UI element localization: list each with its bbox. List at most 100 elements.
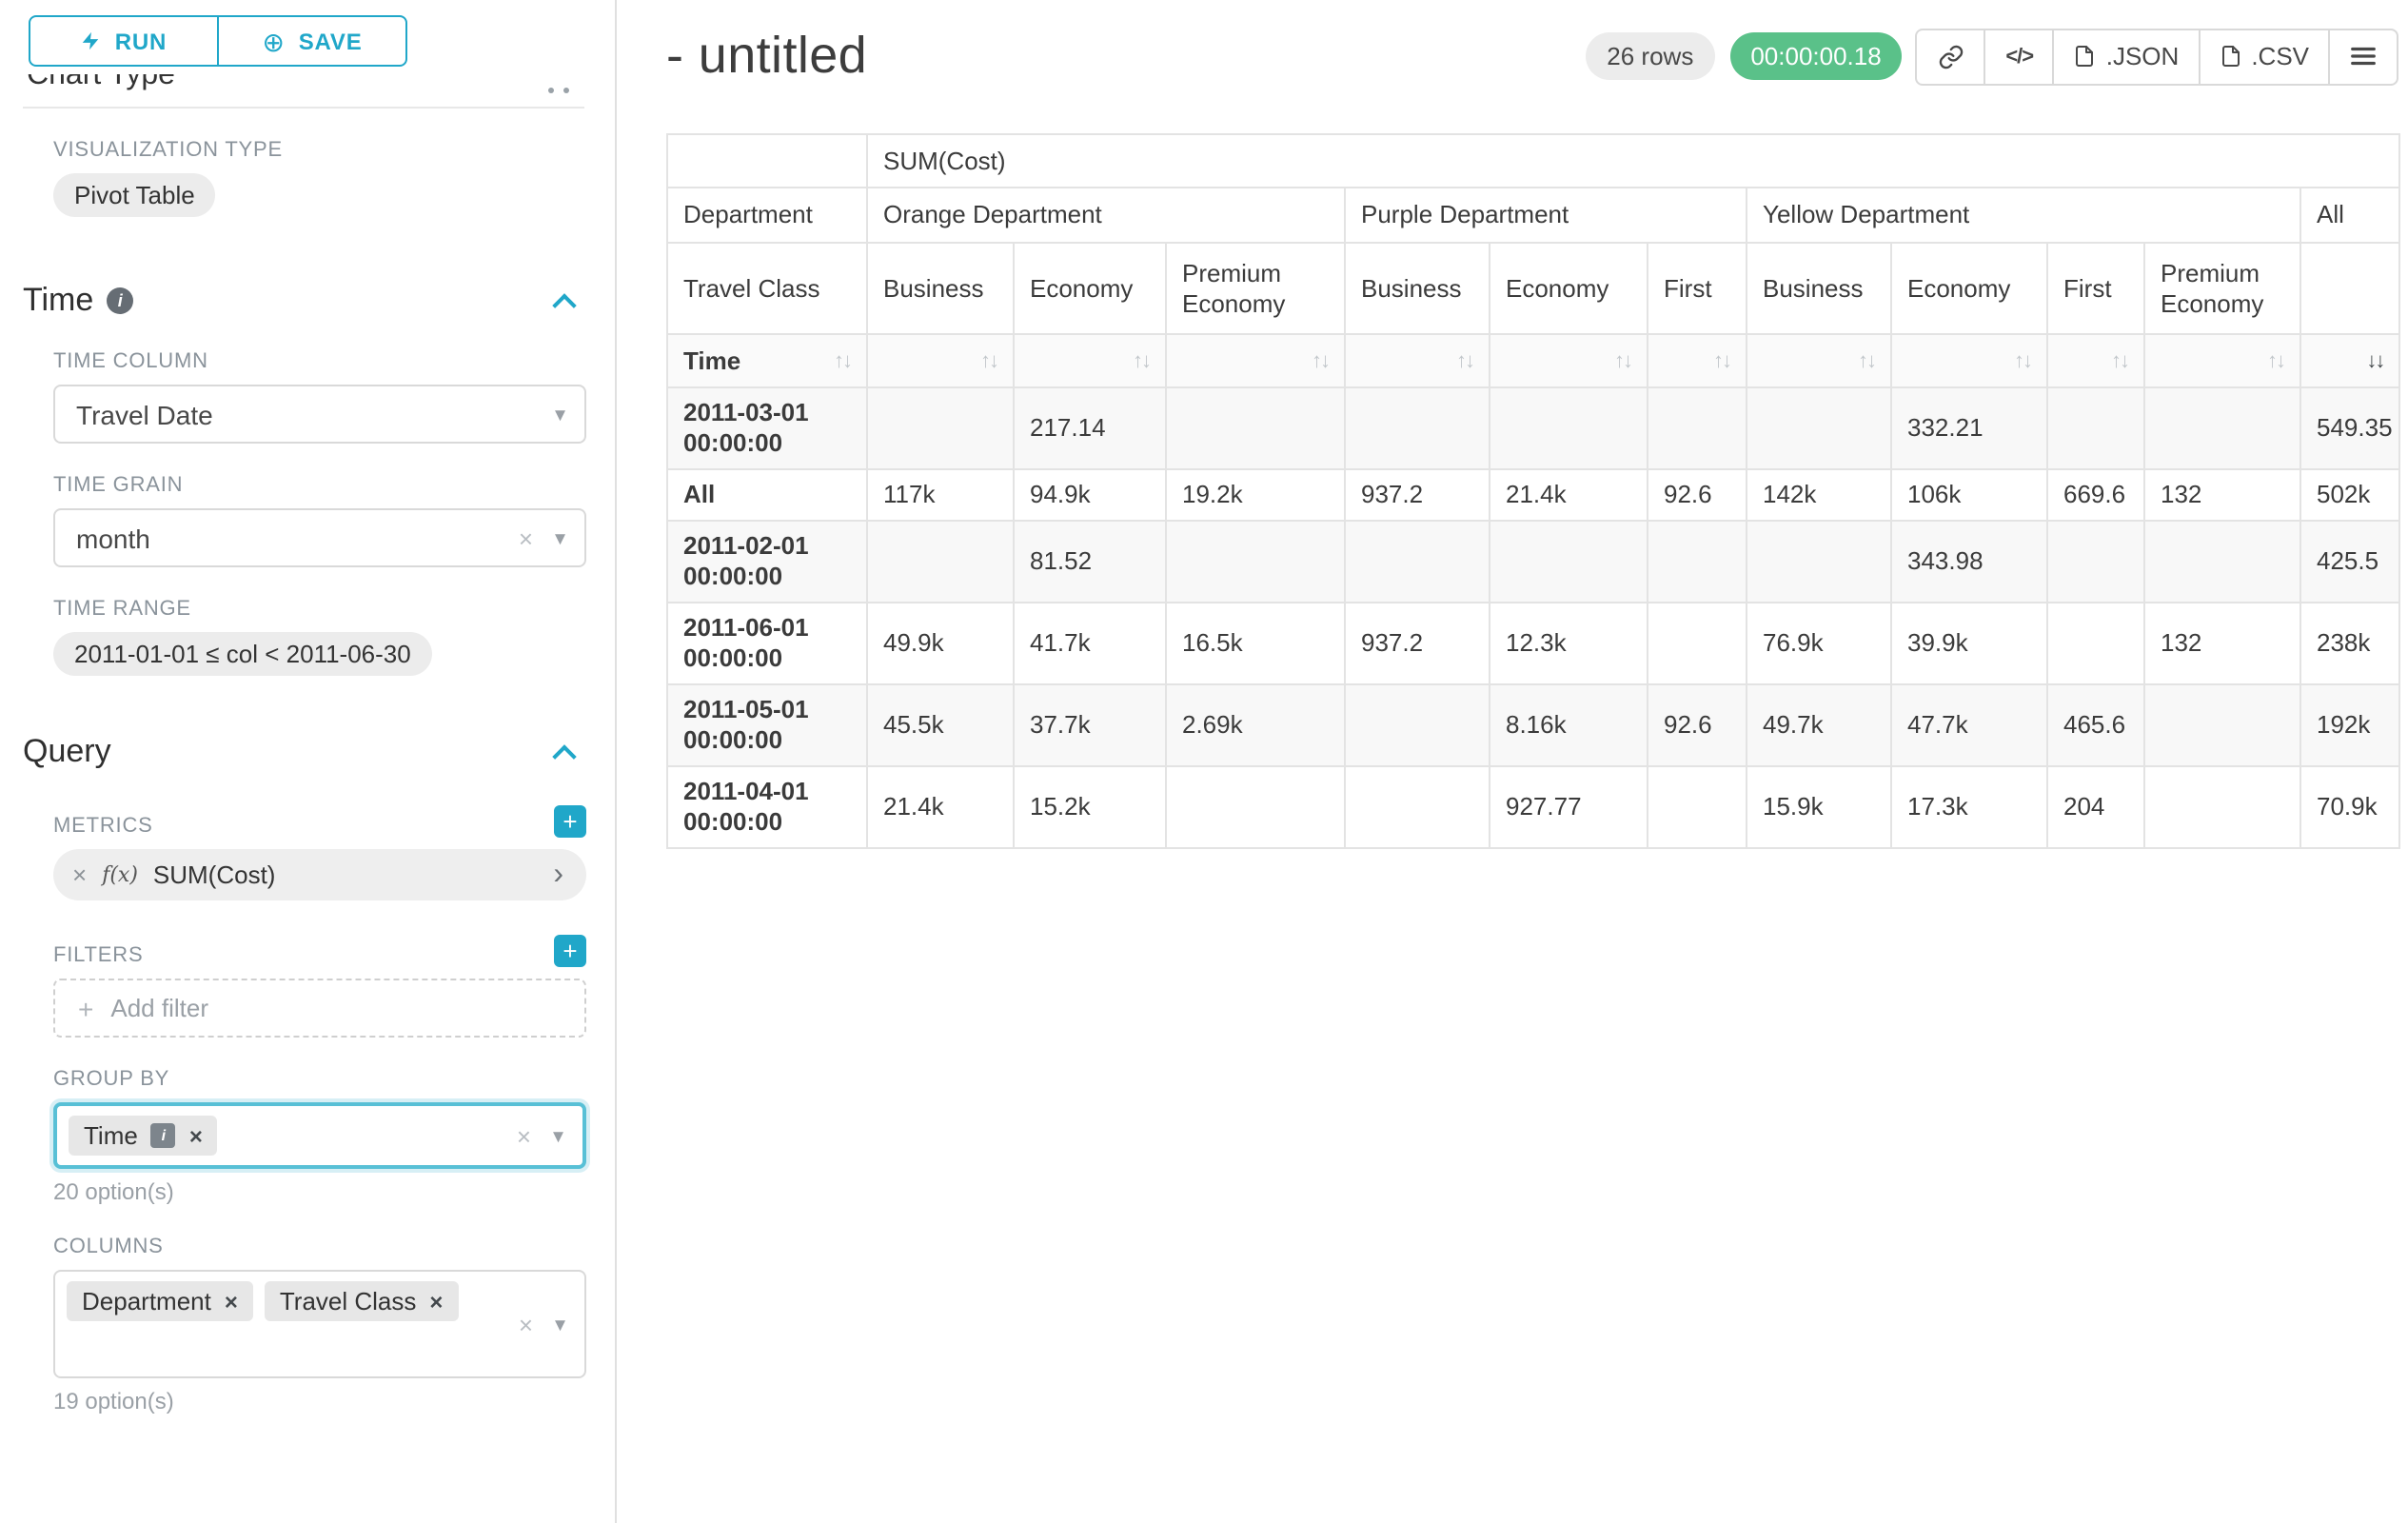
metric-chip[interactable]: × f(x) SUM(Cost) › <box>53 849 586 900</box>
sort-cell[interactable]: ↑↓ <box>2047 334 2144 387</box>
time-column-value: Travel Date <box>76 399 213 429</box>
sort-icon[interactable]: ↑↓ <box>2014 350 2031 373</box>
query-section-header[interactable]: Query <box>23 733 584 771</box>
time-section-header[interactable]: Time i <box>23 282 584 320</box>
cell: 502k <box>2300 469 2399 521</box>
cell <box>1166 766 1345 848</box>
run-button[interactable]: RUN <box>29 15 219 67</box>
sort-cell-active[interactable]: ↓↓ <box>2300 334 2399 387</box>
time-row-header[interactable]: Time ↑↓ <box>667 334 867 387</box>
remove-chip-icon[interactable]: × <box>225 1288 238 1315</box>
menu-button[interactable] <box>2328 28 2398 85</box>
sort-icon[interactable]: ↑↓ <box>980 350 997 373</box>
add-metric-button[interactable]: + <box>554 805 586 838</box>
chevron-up-icon[interactable] <box>552 292 576 316</box>
cell <box>2144 684 2300 766</box>
time-grain-select[interactable]: month × ▾ <box>53 508 586 567</box>
cell <box>1648 521 1747 603</box>
sort-cell[interactable]: ↑↓ <box>1345 334 1490 387</box>
caret-down-icon[interactable]: ▾ <box>555 524 565 549</box>
clear-icon[interactable]: × <box>517 1121 531 1150</box>
clear-icon[interactable]: × <box>519 524 533 552</box>
add-filter-button[interactable]: + <box>554 935 586 967</box>
cell: 16.5k <box>1166 603 1345 684</box>
query-section-title: Query <box>23 733 111 771</box>
plus-icon: + <box>563 809 577 834</box>
cell <box>2144 521 2300 603</box>
time-section-title: Time <box>23 282 93 320</box>
cell: 927.77 <box>1490 766 1648 848</box>
time-range-pill[interactable]: 2011-01-01 ≤ col < 2011-06-30 <box>53 632 432 676</box>
sort-icon[interactable]: ↑↓ <box>1456 350 1473 373</box>
sort-cell[interactable]: ↑↓ <box>1490 334 1648 387</box>
sort-desc-icon[interactable]: ↓↓ <box>2366 350 2383 373</box>
add-filter-field[interactable]: + Add filter <box>53 979 586 1038</box>
cell: 94.9k <box>1014 469 1166 521</box>
chip-label: Department <box>82 1287 211 1315</box>
cell: 92.6 <box>1648 469 1747 521</box>
sort-icon[interactable]: ↑↓ <box>1614 350 1631 373</box>
cell: 132 <box>2144 469 2300 521</box>
class-header: Economy <box>1014 243 1166 334</box>
pivot-table: SUM(Cost) Department Orange Department P… <box>666 133 2400 849</box>
sort-cell[interactable]: ↑↓ <box>2144 334 2300 387</box>
chart-type-heading: Chart Type <box>27 74 584 95</box>
cell <box>1747 387 1891 469</box>
save-button[interactable]: ⊕ SAVE <box>217 15 407 67</box>
cell <box>1747 521 1891 603</box>
plus-icon: + <box>78 993 93 1023</box>
export-json-button[interactable]: .JSON <box>2053 28 2201 85</box>
sort-icon[interactable]: ↑↓ <box>1713 350 1730 373</box>
cell: 425.5 <box>2300 521 2399 603</box>
chevron-up-icon[interactable] <box>552 743 576 767</box>
cell: 2.69k <box>1166 684 1345 766</box>
row-header: 2011-05-01 00:00:00 <box>667 684 867 766</box>
columns-chip[interactable]: Travel Class × <box>265 1281 459 1321</box>
clear-icon[interactable]: × <box>519 1310 533 1338</box>
cell <box>1648 603 1747 684</box>
export-csv-button[interactable]: .CSV <box>2198 28 2330 85</box>
query-timer-badge: 00:00:00.18 <box>1729 32 1902 80</box>
time-column-select[interactable]: Travel Date ▾ <box>53 385 586 444</box>
cell: 15.9k <box>1747 766 1891 848</box>
sort-cell[interactable]: ↑↓ <box>1648 334 1747 387</box>
sort-cell[interactable]: ↑↓ <box>867 334 1014 387</box>
sort-icon[interactable]: ↑↓ <box>2267 350 2284 373</box>
sort-cell[interactable]: ↑↓ <box>1014 334 1166 387</box>
group-by-chip[interactable]: Time i × <box>69 1116 218 1156</box>
code-icon: </> <box>2005 45 2033 68</box>
chevron-right-icon[interactable]: › <box>553 860 563 890</box>
columns-options-hint: 19 option(s) <box>53 1388 586 1414</box>
sort-icon[interactable]: ↑↓ <box>1312 350 1329 373</box>
sort-icon[interactable]: ↑↓ <box>834 346 851 376</box>
sort-cell[interactable]: ↑↓ <box>1747 334 1891 387</box>
remove-metric-icon[interactable]: × <box>72 860 87 889</box>
view-query-button[interactable]: </> <box>1984 28 2055 85</box>
share-link-button[interactable] <box>1916 28 1986 85</box>
remove-chip-icon[interactable]: × <box>429 1288 443 1315</box>
sort-cell[interactable]: ↑↓ <box>1166 334 1345 387</box>
cell: 343.98 <box>1891 521 2047 603</box>
remove-chip-icon[interactable]: × <box>189 1122 203 1149</box>
metrics-label: METRICS <box>53 815 153 838</box>
group-by-select[interactable]: Time i × × ▾ <box>53 1102 586 1169</box>
sort-icon[interactable]: ↑↓ <box>1133 350 1150 373</box>
sort-cell[interactable]: ↑↓ <box>1891 334 2047 387</box>
columns-select[interactable]: Department × Travel Class × × ▾ <box>53 1270 586 1378</box>
time-column-label: TIME COLUMN <box>53 350 586 373</box>
columns-chip[interactable]: Department × <box>67 1281 253 1321</box>
viz-type-pill[interactable]: Pivot Table <box>53 173 216 217</box>
class-header: Business <box>1345 243 1490 334</box>
cell: 37.7k <box>1014 684 1166 766</box>
caret-down-icon[interactable]: ▾ <box>553 1122 563 1147</box>
chip-label: Travel Class <box>280 1287 417 1315</box>
sort-icon[interactable]: ↑↓ <box>1858 350 1875 373</box>
cell: 41.7k <box>1014 603 1166 684</box>
info-icon: i <box>107 287 133 314</box>
cell <box>1345 521 1490 603</box>
caret-down-icon[interactable]: ▾ <box>555 1311 565 1335</box>
caret-down-icon[interactable]: ▾ <box>555 401 565 425</box>
sort-icon[interactable]: ↑↓ <box>2111 350 2128 373</box>
cell: 549.35 <box>2300 387 2399 469</box>
file-icon <box>2074 44 2097 69</box>
